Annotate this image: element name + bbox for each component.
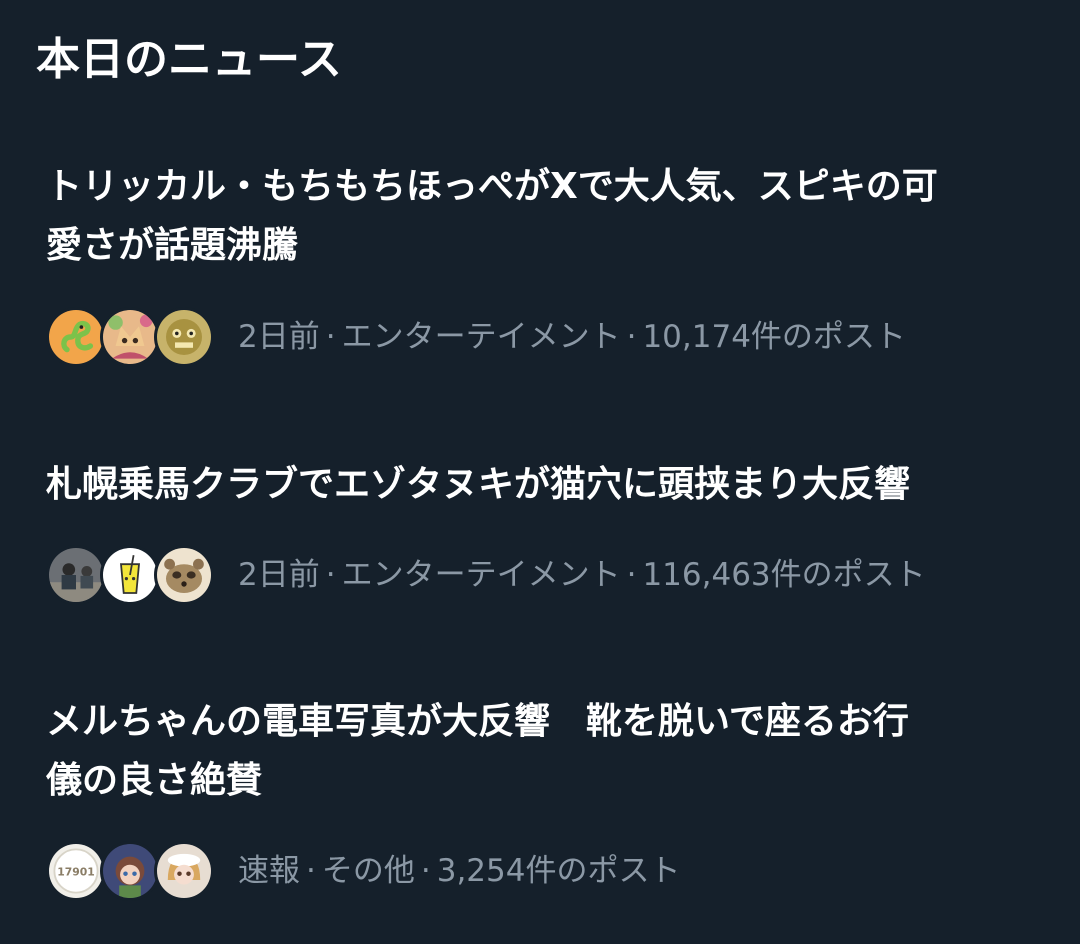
avatar (154, 841, 214, 901)
avatar: 17901 (46, 841, 106, 901)
raccoon-dog-icon (157, 548, 211, 602)
avatar-group: 17901 (46, 838, 226, 904)
meta-time: 速報 (238, 853, 300, 889)
badge-text: 17901 (57, 866, 95, 879)
avatar (154, 307, 214, 367)
meta-category: エンターテイメント (341, 557, 621, 593)
news-headline[interactable]: 札幌乗馬クラブでエゾタヌキが猫穴に頭挟まり大反響 (46, 455, 1046, 514)
meta-post-count: 3,254件のポスト (436, 853, 681, 889)
news-headline[interactable]: トリッカル・もちもちほっぺがXで大人気、スピキの可 愛さが話題沸騰 (46, 157, 1046, 275)
meta-text: 速報 · その他 · 3,254件のポスト (238, 853, 681, 889)
avatar-group (46, 304, 226, 370)
headline-line: 愛さが話題沸騰 (46, 225, 299, 266)
headline-line: 札幌乗馬クラブでエゾタヌキが猫穴に頭挟まり大反響 (46, 464, 911, 505)
badge-17901-icon: 17901 (49, 844, 103, 898)
avatar (154, 545, 214, 605)
avatar (100, 545, 160, 605)
section-title: 本日のニュース (36, 34, 342, 85)
news-headline[interactable]: メルちゃんの電車写真が大反響 靴を脱いで座るお行 儀の良さ絶賛 (46, 692, 1046, 810)
news-meta: 2日前 · エンターテイメント · 10,174件のポスト (46, 304, 906, 370)
blonde-doll-icon (157, 844, 211, 898)
meta-post-count: 10,174件のポスト (642, 319, 906, 355)
avatar (46, 545, 106, 605)
avatar (100, 841, 160, 901)
meta-category: その他 (321, 853, 415, 889)
people-photo-icon (49, 548, 103, 602)
meta-post-count: 116,463件のポスト (642, 557, 926, 593)
lemonade-icon (103, 548, 157, 602)
avatar (46, 307, 106, 367)
doll-photo-icon (103, 844, 157, 898)
meta-time: 2日前 (238, 557, 320, 593)
news-meta: 17901 速報 · その他 · 3,254件のポスト (46, 838, 680, 904)
avatar (100, 307, 160, 367)
meta-time: 2日前 (238, 319, 320, 355)
gold-monster-icon (157, 310, 211, 364)
meta-text: 2日前 · エンターテイメント · 116,463件のポスト (238, 557, 926, 593)
green-snake-icon (49, 310, 103, 364)
cat-girl-icon (103, 310, 157, 364)
avatar-group (46, 542, 226, 608)
headline-line: 儀の良さ絶賛 (46, 760, 263, 801)
meta-text: 2日前 · エンターテイメント · 10,174件のポスト (238, 319, 906, 355)
headline-line: メルちゃんの電車写真が大反響 靴を脱いで座るお行 (46, 701, 909, 742)
meta-category: エンターテイメント (341, 319, 621, 355)
news-meta: 2日前 · エンターテイメント · 116,463件のポスト (46, 542, 926, 608)
headline-line: トリッカル・もちもちほっぺがXで大人気、スピキの可 (46, 166, 938, 207)
